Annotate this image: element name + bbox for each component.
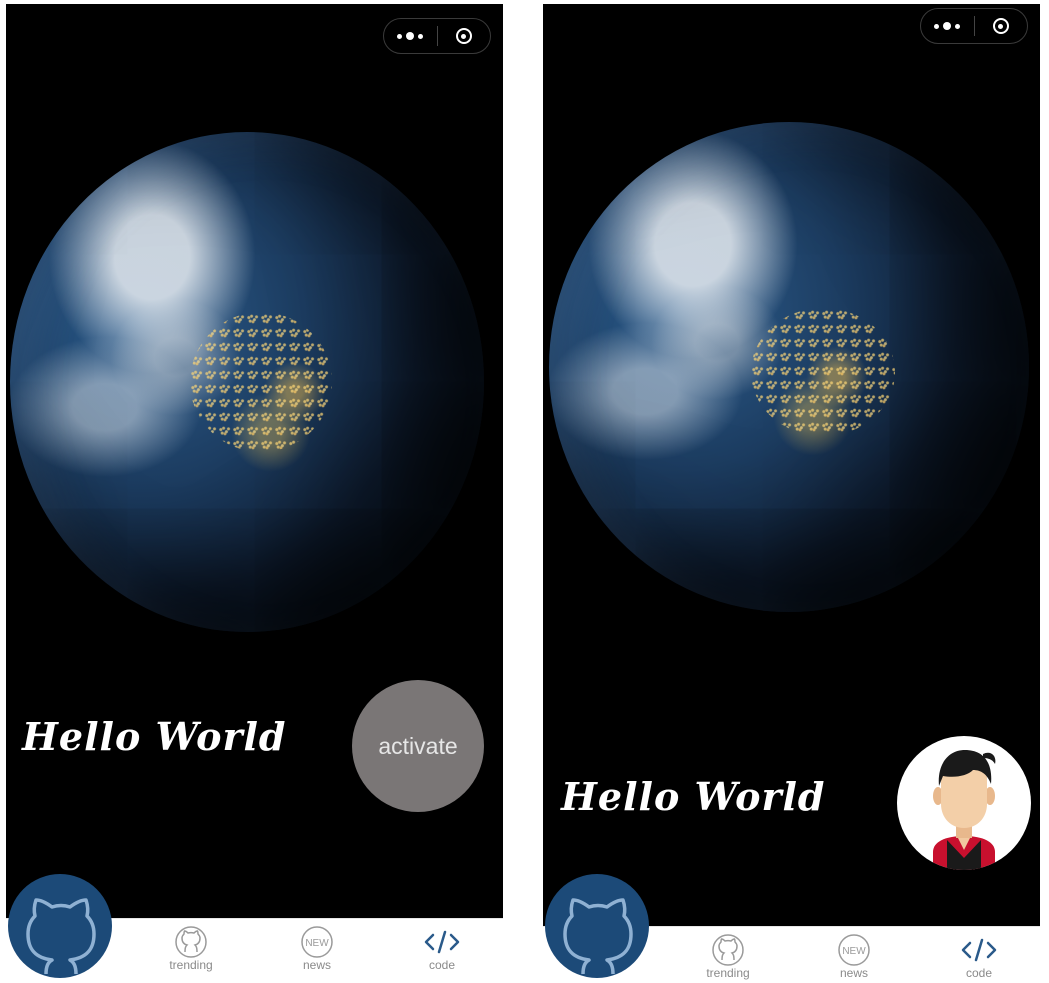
more-dots-icon (934, 22, 961, 30)
avatar-icon (933, 750, 996, 870)
city-lights (750, 308, 895, 436)
activate-button[interactable]: activate (352, 680, 484, 812)
city-lights (190, 312, 333, 452)
github-octocat-icon (26, 898, 96, 975)
code-brackets-icon (961, 938, 997, 962)
new-badge-icon: NEW (301, 926, 333, 958)
github-cat-icon (712, 934, 744, 966)
mini-program-capsule (383, 18, 491, 54)
more-menu-button[interactable] (921, 9, 974, 43)
tab-trending[interactable]: trending (688, 933, 768, 979)
tab-label-news: news (302, 958, 331, 972)
main-view: Hello World (543, 4, 1040, 926)
tab-label-trending: trending (706, 966, 750, 980)
tab-label-code: code (965, 966, 993, 980)
phone-screen-right: Hello World trending NEW news code (543, 0, 1040, 983)
github-cat-icon (175, 926, 207, 958)
home-fab-button[interactable] (545, 874, 649, 978)
hello-world-text: Hello World (561, 774, 826, 819)
hello-world-text: Hello World (22, 714, 287, 759)
home-fab-button[interactable] (8, 874, 112, 978)
more-menu-button[interactable] (384, 19, 437, 53)
svg-text:NEW: NEW (842, 946, 866, 957)
tab-label-code: code (428, 958, 456, 972)
new-badge-icon: NEW (838, 934, 870, 966)
svg-text:NEW: NEW (305, 938, 329, 949)
phone-screen-left: Hello World activate trending NEW news c… (6, 0, 503, 983)
user-avatar-button[interactable] (897, 736, 1031, 870)
tab-label-news: news (839, 966, 868, 980)
tab-label-trending: trending (169, 958, 213, 972)
tab-code[interactable]: code (939, 933, 1019, 979)
target-circle-icon (992, 18, 1009, 34)
target-circle-icon (455, 28, 472, 44)
more-dots-icon (397, 32, 424, 40)
earth-image (549, 122, 1029, 612)
close-mini-program-button[interactable] (975, 9, 1028, 43)
tab-code[interactable]: code (402, 925, 482, 971)
earth-image (10, 132, 484, 632)
code-brackets-icon (424, 930, 460, 954)
tab-trending[interactable]: trending (151, 925, 231, 971)
tab-news[interactable]: NEW news (814, 933, 894, 979)
github-octocat-icon (563, 898, 633, 975)
close-mini-program-button[interactable] (438, 19, 491, 53)
mini-program-capsule (920, 8, 1028, 44)
tab-news[interactable]: NEW news (277, 925, 357, 971)
main-view: Hello World activate (6, 4, 503, 918)
